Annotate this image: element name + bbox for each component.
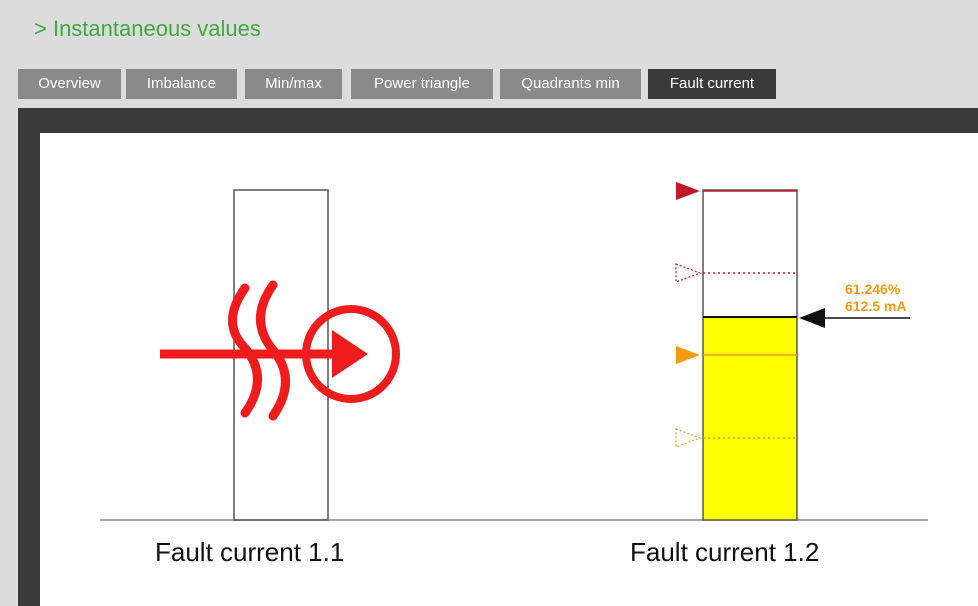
tab-min-max[interactable]: Min/max xyxy=(245,69,342,99)
tab-imbalance[interactable]: Imbalance xyxy=(126,69,237,99)
fault-current-symbol-icon xyxy=(160,280,400,421)
current-value: 612.5 mA xyxy=(845,298,907,314)
gauge-panel: 61.246% 612.5 mA Fault current 1.1 Fault… xyxy=(40,133,978,606)
tab-fault-current[interactable]: Fault current xyxy=(648,69,776,99)
tab-label: Imbalance xyxy=(146,75,217,92)
tab-overview[interactable]: Overview xyxy=(18,69,121,99)
gauge-drawing xyxy=(100,182,928,521)
pre-warning-marker-icon[interactable] xyxy=(675,428,702,448)
upper-prealarm-marker-icon[interactable] xyxy=(675,263,702,283)
tab-power-triangle[interactable]: Power triangle xyxy=(351,69,493,99)
header-bar: > Instantaneous values xyxy=(0,0,978,56)
warning-marker-icon[interactable] xyxy=(676,346,700,364)
value-pointer-arrow-icon xyxy=(799,308,825,328)
tab-label: Overview xyxy=(38,75,101,92)
tab-label: Power triangle xyxy=(374,75,470,92)
tab-label: Quadrants min xyxy=(521,75,620,92)
gauge-1-2-label: Fault current 1.2 xyxy=(630,537,820,567)
tab-bar: Overview Imbalance Min/max Power triangl… xyxy=(0,56,978,106)
gauge-1-1-label: Fault current 1.1 xyxy=(155,537,345,567)
tab-label: Fault current xyxy=(669,75,755,92)
value-readout: 61.246% 612.5 mA xyxy=(845,281,906,315)
percent-value: 61.246% xyxy=(845,281,901,297)
gauge-1-2-fill xyxy=(703,317,797,520)
upper-alarm-marker-icon[interactable] xyxy=(676,182,700,200)
page-title: > Instantaneous values xyxy=(34,16,261,41)
tab-quadrants-min[interactable]: Quadrants min xyxy=(500,69,641,99)
tab-label: Min/max xyxy=(265,75,322,92)
